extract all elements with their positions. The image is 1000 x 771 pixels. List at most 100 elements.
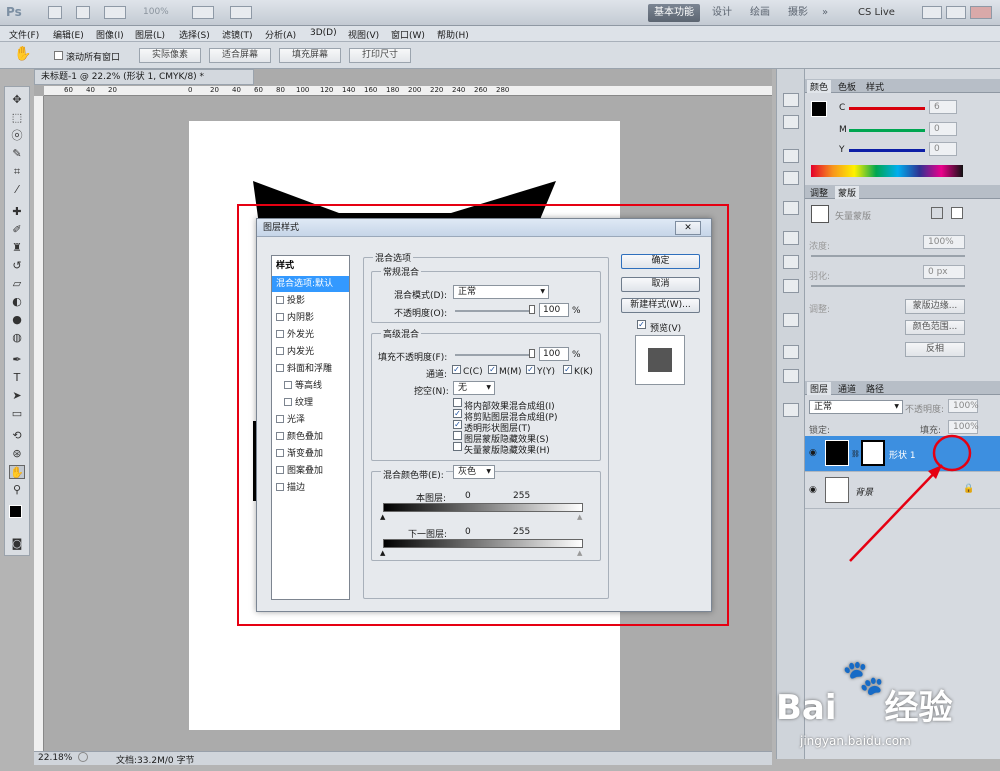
pen-tool-icon[interactable]: ✒ — [9, 353, 25, 367]
type-tool-icon[interactable]: T — [9, 371, 25, 385]
visibility-eye-icon[interactable]: ◉ — [809, 448, 817, 458]
tab-masks[interactable]: 蒙版 — [835, 186, 860, 199]
scroll-all-checkbox[interactable] — [54, 51, 63, 60]
menu-file[interactable]: 文件(F) — [9, 28, 39, 41]
workspace-painting[interactable]: 绘画 — [744, 4, 776, 22]
color-spectrum-bar[interactable] — [811, 165, 963, 177]
workspace-essentials[interactable]: 基本功能 — [648, 4, 700, 22]
tab-paths[interactable]: 路径 — [863, 382, 887, 395]
channel-c-slider[interactable] — [849, 107, 925, 110]
menu-image[interactable]: 图像(I) — [96, 28, 124, 41]
history-panel-icon[interactable] — [783, 93, 799, 107]
quick-select-tool-icon[interactable]: ✎ — [9, 147, 25, 161]
shape-tool-icon[interactable]: ▭ — [9, 407, 25, 421]
dodge-tool-icon[interactable]: ◍ — [9, 331, 25, 345]
close-window-icon[interactable] — [970, 6, 992, 19]
eraser-tool-icon[interactable]: ▱ — [9, 277, 25, 291]
visibility-eye-icon[interactable]: ◉ — [809, 485, 817, 495]
notes-panel-icon[interactable] — [783, 369, 799, 383]
density-value[interactable]: 100% — [923, 235, 965, 249]
3d-rotate-tool-icon[interactable]: ⟲ — [9, 429, 25, 443]
status-info-icon[interactable] — [78, 752, 88, 762]
layer-opacity-value[interactable]: 100% — [948, 399, 979, 413]
menu-window[interactable]: 窗口(W) — [391, 28, 425, 41]
view-extras-icon[interactable] — [104, 6, 126, 19]
clone-stamp-tool-icon[interactable]: ♜ — [9, 241, 25, 255]
menu-edit[interactable]: 编辑(E) — [53, 28, 84, 41]
workspace-photography[interactable]: 摄影 — [782, 4, 814, 22]
crop-tool-icon[interactable]: ⌗ — [9, 165, 25, 179]
character-panel-icon[interactable] — [783, 403, 799, 417]
move-tool-icon[interactable]: ✥ — [9, 93, 25, 107]
actions-panel-icon[interactable] — [783, 115, 799, 129]
workspace-design[interactable]: 设计 — [706, 4, 738, 22]
density-slider[interactable] — [811, 255, 965, 257]
pixel-mask-icon[interactable] — [931, 207, 943, 219]
healing-brush-tool-icon[interactable]: ✚ — [9, 205, 25, 219]
path-select-tool-icon[interactable]: ➤ — [9, 389, 25, 403]
color-range-button[interactable]: 颜色范围... — [905, 320, 965, 335]
3d-orbit-tool-icon[interactable]: ⊛ — [9, 447, 25, 461]
feather-value[interactable]: 0 px — [923, 265, 965, 279]
fill-screen-button[interactable]: 填充屏幕 — [279, 48, 341, 63]
fit-screen-button[interactable]: 适合屏幕 — [209, 48, 271, 63]
channel-y-value[interactable]: 0 — [929, 142, 957, 156]
restore-icon[interactable] — [946, 6, 966, 19]
menu-view[interactable]: 视图(V) — [348, 28, 379, 41]
paragraph-panel-icon[interactable] — [783, 313, 799, 327]
menu-filter[interactable]: 滤镜(T) — [222, 28, 253, 41]
bridge-icon[interactable] — [48, 6, 62, 19]
foreground-color-swatch[interactable] — [9, 505, 22, 518]
tab-color[interactable]: 颜色 — [807, 80, 832, 93]
minimize-icon[interactable] — [922, 6, 942, 19]
tab-channels[interactable]: 通道 — [835, 382, 859, 395]
blur-tool-icon[interactable]: ● — [9, 313, 25, 327]
color-foreground-swatch[interactable] — [811, 101, 827, 117]
invert-button[interactable]: 反相 — [905, 342, 965, 357]
animation-panel-icon[interactable] — [783, 255, 799, 269]
menu-3d[interactable]: 3D(D) — [310, 28, 337, 38]
channel-c-value[interactable]: 6 — [929, 100, 957, 114]
brush-tool-icon[interactable]: ✐ — [9, 223, 25, 237]
vector-mask-icon[interactable] — [951, 207, 963, 219]
paint-bucket-tool-icon[interactable]: ◐ — [9, 295, 25, 309]
minibridge-icon[interactable] — [76, 6, 90, 19]
feather-slider[interactable] — [811, 285, 965, 287]
layer-blend-mode-select[interactable]: 正常 — [809, 400, 903, 414]
quick-mask-icon[interactable]: ◙ — [9, 537, 25, 551]
menu-layer[interactable]: 图层(L) — [135, 28, 165, 41]
measurement-icon[interactable] — [783, 279, 799, 293]
screen-mode-icon[interactable] — [230, 6, 252, 19]
tab-layers[interactable]: 图层 — [807, 382, 832, 395]
cs-live-button[interactable]: CS Live — [852, 4, 901, 22]
menu-analysis[interactable]: 分析(A) — [265, 28, 296, 41]
channel-m-slider[interactable] — [849, 129, 925, 132]
document-tab[interactable]: 未标题-1 @ 22.2% (形状 1, CMYK/8) * — [34, 69, 254, 85]
actual-pixels-button[interactable]: 实际像素 — [139, 48, 201, 63]
zoom-tool-icon[interactable]: ⚲ — [9, 483, 25, 497]
eyedropper-tool-icon[interactable]: ⁄ — [9, 183, 25, 197]
arrange-documents-icon[interactable] — [192, 6, 214, 19]
status-zoom[interactable]: 22.18% — [38, 753, 72, 763]
more-workspaces-icon[interactable]: » — [816, 4, 834, 22]
tab-adjustments[interactable]: 调整 — [807, 186, 831, 199]
tool-presets-icon[interactable] — [783, 231, 799, 245]
menu-help[interactable]: 帮助(H) — [437, 28, 469, 41]
print-size-button[interactable]: 打印尺寸 — [349, 48, 411, 63]
zoom-combo[interactable]: 100% — [143, 7, 169, 17]
hand-tool-icon[interactable]: ✋ — [9, 465, 25, 479]
lasso-tool-icon[interactable]: ⓞ — [9, 129, 25, 143]
photoshop-logo: Ps — [6, 5, 22, 19]
channel-y-slider[interactable] — [849, 149, 925, 152]
info-panel-icon[interactable] — [783, 201, 799, 215]
mask-edge-button[interactable]: 蒙版边缘... — [905, 299, 965, 314]
tab-styles[interactable]: 样式 — [863, 80, 887, 93]
history-brush-tool-icon[interactable]: ↺ — [9, 259, 25, 273]
brush-panel-icon[interactable] — [783, 149, 799, 163]
marquee-tool-icon[interactable]: ⬚ — [9, 111, 25, 125]
tab-swatches[interactable]: 色板 — [835, 80, 859, 93]
menu-select[interactable]: 选择(S) — [179, 28, 210, 41]
clone-source-icon[interactable] — [783, 171, 799, 185]
3d-panel-icon[interactable] — [783, 345, 799, 359]
channel-m-value[interactable]: 0 — [929, 122, 957, 136]
